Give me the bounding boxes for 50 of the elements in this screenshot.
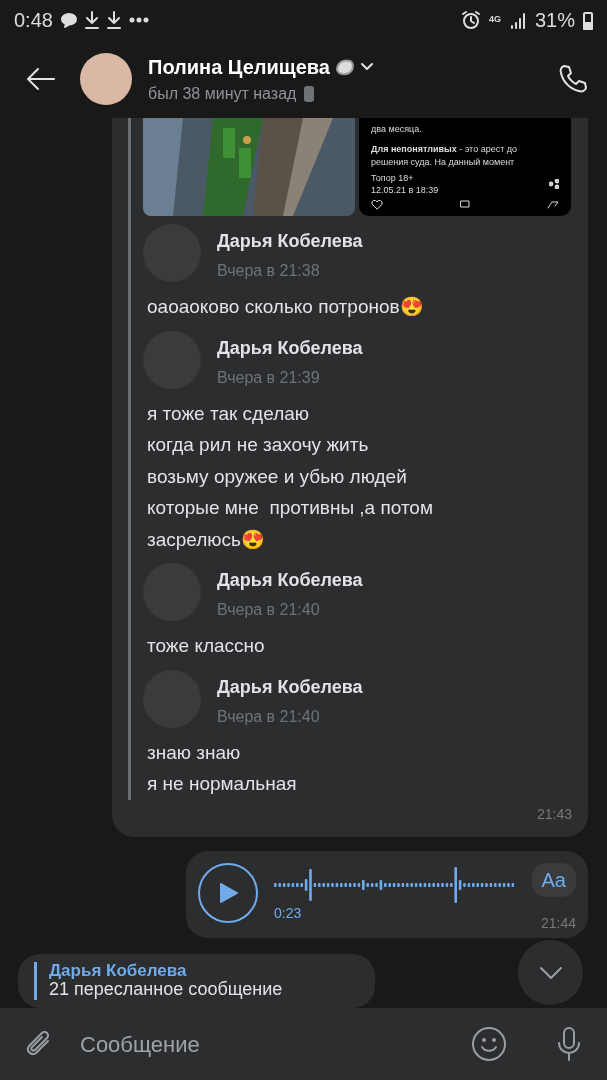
status-time: 0:48 bbox=[14, 8, 53, 33]
play-button[interactable] bbox=[198, 862, 258, 923]
avatar[interactable] bbox=[80, 53, 132, 105]
message-time: Вчера в 21:40 bbox=[217, 706, 321, 727]
last-seen-status: был 38 минут назад bbox=[148, 84, 297, 104]
sender-name[interactable]: Дарья Кобелева bbox=[217, 228, 363, 255]
chat-bubble-icon bbox=[60, 12, 77, 28]
message-time: 21:44 bbox=[540, 913, 576, 933]
signal-icon bbox=[508, 11, 527, 29]
post-source: Топор 18+ bbox=[371, 171, 415, 184]
back-icon[interactable] bbox=[26, 67, 56, 91]
phone-device-icon bbox=[304, 86, 315, 102]
sender-name[interactable]: Дарья Кобелева bbox=[217, 673, 363, 701]
chevron-icon bbox=[360, 62, 374, 72]
chevron-icon bbox=[538, 965, 563, 980]
microphone-icon[interactable] bbox=[555, 1026, 583, 1062]
message-text: я тоже так сделаю когда рил не захочу жить возьму оружее и убью людей которые мне противны ,а потом засрелюсь😍 bbox=[147, 401, 434, 552]
alarm-icon bbox=[460, 10, 481, 30]
sender-name[interactable]: Дарья Кобелева bbox=[217, 334, 363, 362]
message-time: Вчера в 21:38 bbox=[217, 261, 321, 281]
call-icon[interactable] bbox=[557, 63, 589, 95]
post-text: решения суда. На данный момент bbox=[371, 155, 516, 168]
download-icon bbox=[106, 11, 121, 29]
network-label: 4G bbox=[488, 13, 501, 27]
more-icon bbox=[128, 17, 149, 23]
battery-percent: 31% bbox=[534, 8, 575, 33]
battery-icon bbox=[583, 10, 593, 30]
transcribe-button[interactable]: Aa bbox=[531, 862, 576, 897]
forwarded-count: 21 пересланное сообщение bbox=[49, 980, 284, 1000]
post-text: два месяца. bbox=[371, 123, 423, 136]
message-composer[interactable]: Сообщение bbox=[0, 1008, 607, 1080]
message-time: 21:43 bbox=[535, 804, 572, 824]
post-date: 12.05.21 в 18:39 bbox=[371, 183, 439, 196]
post-preview[interactable]: два месяца. Для непонятливых - это арест до решения суда. На данный момент Топор 18+ 12.05.21 в 18:39 bbox=[359, 118, 571, 216]
sender-name[interactable]: Дарья Кобелева bbox=[49, 961, 359, 981]
message-input[interactable]: Сообщение bbox=[78, 1026, 455, 1062]
like-icon bbox=[371, 200, 383, 210]
message-text: знаю знаю я не нормальная bbox=[147, 740, 298, 796]
comment-icon bbox=[460, 200, 470, 210]
message-time: Вчера в 21:40 bbox=[217, 600, 321, 620]
post-text: Для непонятливых - это арест до bbox=[371, 143, 519, 156]
message-time: Вчера в 21:39 bbox=[217, 367, 321, 388]
message-text: тоже классно bbox=[147, 634, 266, 658]
download-icon bbox=[84, 11, 99, 29]
contact-name[interactable]: Полина Целищева bbox=[148, 52, 330, 82]
voice-duration: 0:23 bbox=[274, 903, 303, 923]
sender-name[interactable]: Дарья Кобелева bbox=[217, 567, 363, 594]
emoji-icon[interactable] bbox=[471, 1026, 507, 1062]
play-icon bbox=[218, 881, 238, 904]
message-text: оаоаоково сколько потронов😍 bbox=[147, 295, 425, 319]
